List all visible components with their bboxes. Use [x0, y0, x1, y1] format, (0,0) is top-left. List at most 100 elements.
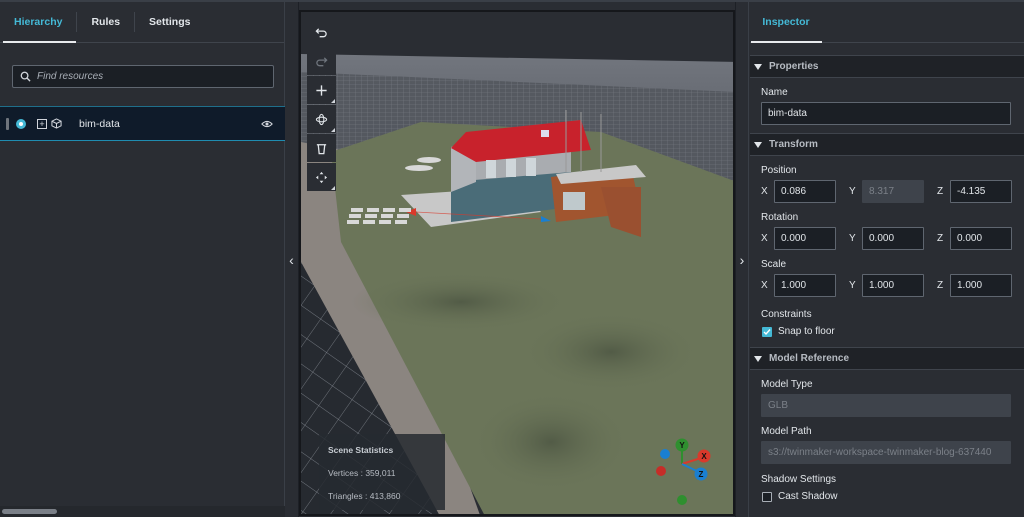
- axis-label: Y: [849, 280, 856, 291]
- rotation-x-input[interactable]: 0.000: [774, 227, 836, 250]
- add-object-button[interactable]: [307, 76, 336, 104]
- name-label: Name: [761, 87, 788, 98]
- move-icon: [315, 171, 328, 183]
- hierarchy-item-label: bim-data: [79, 117, 120, 130]
- gizmo-y-neg[interactable]: [677, 495, 687, 505]
- scene-composer: Hierarchy Rules Settings + bim-data ‹: [0, 0, 1024, 517]
- rotation-z-input[interactable]: 0.000: [950, 227, 1012, 250]
- section-properties[interactable]: Properties: [750, 55, 1024, 78]
- constraints-label: Constraints: [761, 309, 812, 320]
- axis-label: Y: [849, 233, 856, 244]
- submenu-indicator-icon: [331, 99, 335, 103]
- position-label: Position: [761, 165, 797, 176]
- terrain-shadow: [521, 312, 701, 392]
- model-cube-icon: [51, 118, 62, 129]
- vertices-count: Vertices : 359,011: [328, 468, 396, 478]
- model-path-label: Model Path: [761, 426, 812, 437]
- name-input[interactable]: bim-data: [761, 102, 1011, 125]
- rotation-label: Rotation: [761, 212, 799, 223]
- expand-icon[interactable]: +: [37, 118, 47, 129]
- gizmo-z-label: Z: [699, 470, 704, 479]
- snap-to-floor-label: Snap to floor: [778, 326, 835, 337]
- checkbox-checked-icon[interactable]: [762, 326, 772, 337]
- section-title: Model Reference: [769, 353, 850, 364]
- scene-viewport[interactable]: Scene Statistics Vertices : 359,011 Tria…: [299, 10, 735, 516]
- undo-button[interactable]: [307, 18, 336, 46]
- horizontal-scrollbar[interactable]: [2, 509, 57, 514]
- caret-down-icon: [754, 141, 762, 148]
- chevron-left-icon[interactable]: ‹: [289, 252, 294, 268]
- gizmo-x-neg[interactable]: [656, 466, 666, 476]
- model-path-input: s3://twinmaker-workspace-twinmaker-blog-…: [761, 441, 1011, 464]
- drag-handle-icon[interactable]: [6, 117, 9, 130]
- search-icon: [20, 71, 31, 82]
- section-title: Transform: [769, 139, 818, 150]
- caret-down-icon: [754, 63, 762, 70]
- model-type-label: Model Type: [761, 379, 813, 390]
- delete-button[interactable]: [307, 134, 336, 162]
- redo-icon: [316, 56, 328, 66]
- hierarchy-item[interactable]: + bim-data: [0, 106, 285, 141]
- search-box[interactable]: [12, 65, 274, 88]
- triangles-count: Triangles : 413,860: [328, 491, 401, 501]
- scale-fields: X 1.000 Y 1.000 Z 1.000: [761, 274, 1024, 297]
- tab-inspector[interactable]: Inspector: [750, 2, 822, 43]
- caret-down-icon: [754, 355, 762, 362]
- model-type-select: GLB: [761, 394, 1011, 417]
- orbit-icon: [315, 113, 328, 125]
- section-transform[interactable]: Transform: [750, 133, 1024, 156]
- axis-label: Z: [937, 280, 944, 291]
- scale-label: Scale: [761, 259, 787, 270]
- right-panel-collapse[interactable]: ›: [735, 2, 749, 517]
- rotation-y-input[interactable]: 0.000: [862, 227, 924, 250]
- trash-icon: [316, 143, 327, 154]
- scale-x-input[interactable]: 1.000: [774, 274, 836, 297]
- submenu-indicator-icon: [331, 128, 335, 132]
- section-model-reference[interactable]: Model Reference: [750, 347, 1024, 370]
- axis-label: X: [761, 186, 768, 197]
- selected-radio-icon[interactable]: [16, 118, 26, 129]
- scale-y-input[interactable]: 1.000: [862, 274, 924, 297]
- snap-to-floor-checkbox[interactable]: Snap to floor: [762, 326, 1024, 337]
- left-tabs: Hierarchy Rules Settings: [0, 2, 284, 43]
- left-panel: Hierarchy Rules Settings + bim-data: [0, 2, 285, 517]
- cast-shadow-label: Cast Shadow: [778, 491, 838, 502]
- chevron-right-icon[interactable]: ›: [740, 252, 745, 268]
- gizmo-y-label: Y: [679, 441, 685, 450]
- cast-shadow-checkbox[interactable]: Cast Shadow: [762, 491, 1024, 502]
- scene-statistics-title: Scene Statistics: [328, 445, 394, 455]
- redo-button[interactable]: [307, 47, 336, 75]
- tab-rules[interactable]: Rules: [77, 2, 134, 42]
- scene-statistics: Scene Statistics Vertices : 359,011 Tria…: [319, 434, 445, 510]
- viewport-toolbar: [307, 18, 336, 191]
- rotation-fields: X 0.000 Y 0.000 Z 0.000: [761, 227, 1024, 250]
- tab-settings[interactable]: Settings: [135, 2, 204, 42]
- undo-icon: [315, 27, 327, 37]
- axis-label: X: [761, 280, 768, 291]
- position-fields: X 0.086 Y 8.317 Z -4.135: [761, 180, 1024, 203]
- shadow-settings-label: Shadow Settings: [761, 474, 837, 485]
- terrain-shadow: [471, 392, 631, 492]
- gizmo-z-neg[interactable]: [660, 449, 670, 459]
- orbit-camera-button[interactable]: [307, 105, 336, 133]
- axis-label: Y: [849, 186, 856, 197]
- gizmo-x-label: X: [701, 452, 707, 461]
- inspector-tabs: Inspector: [750, 2, 1024, 43]
- axis-gizmo[interactable]: Y X Z: [653, 437, 713, 507]
- tab-hierarchy[interactable]: Hierarchy: [0, 2, 77, 43]
- position-z-input[interactable]: -4.135: [950, 180, 1012, 203]
- position-x-input[interactable]: 0.086: [774, 180, 836, 203]
- checkbox-unchecked-icon[interactable]: [762, 491, 772, 502]
- left-panel-collapse[interactable]: ‹: [285, 2, 299, 517]
- axis-label: X: [761, 233, 768, 244]
- inspector-panel: Inspector Properties Name bim-data Trans…: [750, 2, 1024, 517]
- axis-label: Z: [937, 233, 944, 244]
- scale-z-input[interactable]: 1.000: [950, 274, 1012, 297]
- transform-mode-button[interactable]: [307, 163, 336, 191]
- plus-icon: [316, 84, 327, 96]
- axis-label: Z: [937, 186, 944, 197]
- search-input[interactable]: [37, 71, 257, 82]
- section-title: Properties: [769, 61, 819, 72]
- position-y-input: 8.317: [862, 180, 924, 203]
- visibility-eye-icon[interactable]: [261, 119, 273, 129]
